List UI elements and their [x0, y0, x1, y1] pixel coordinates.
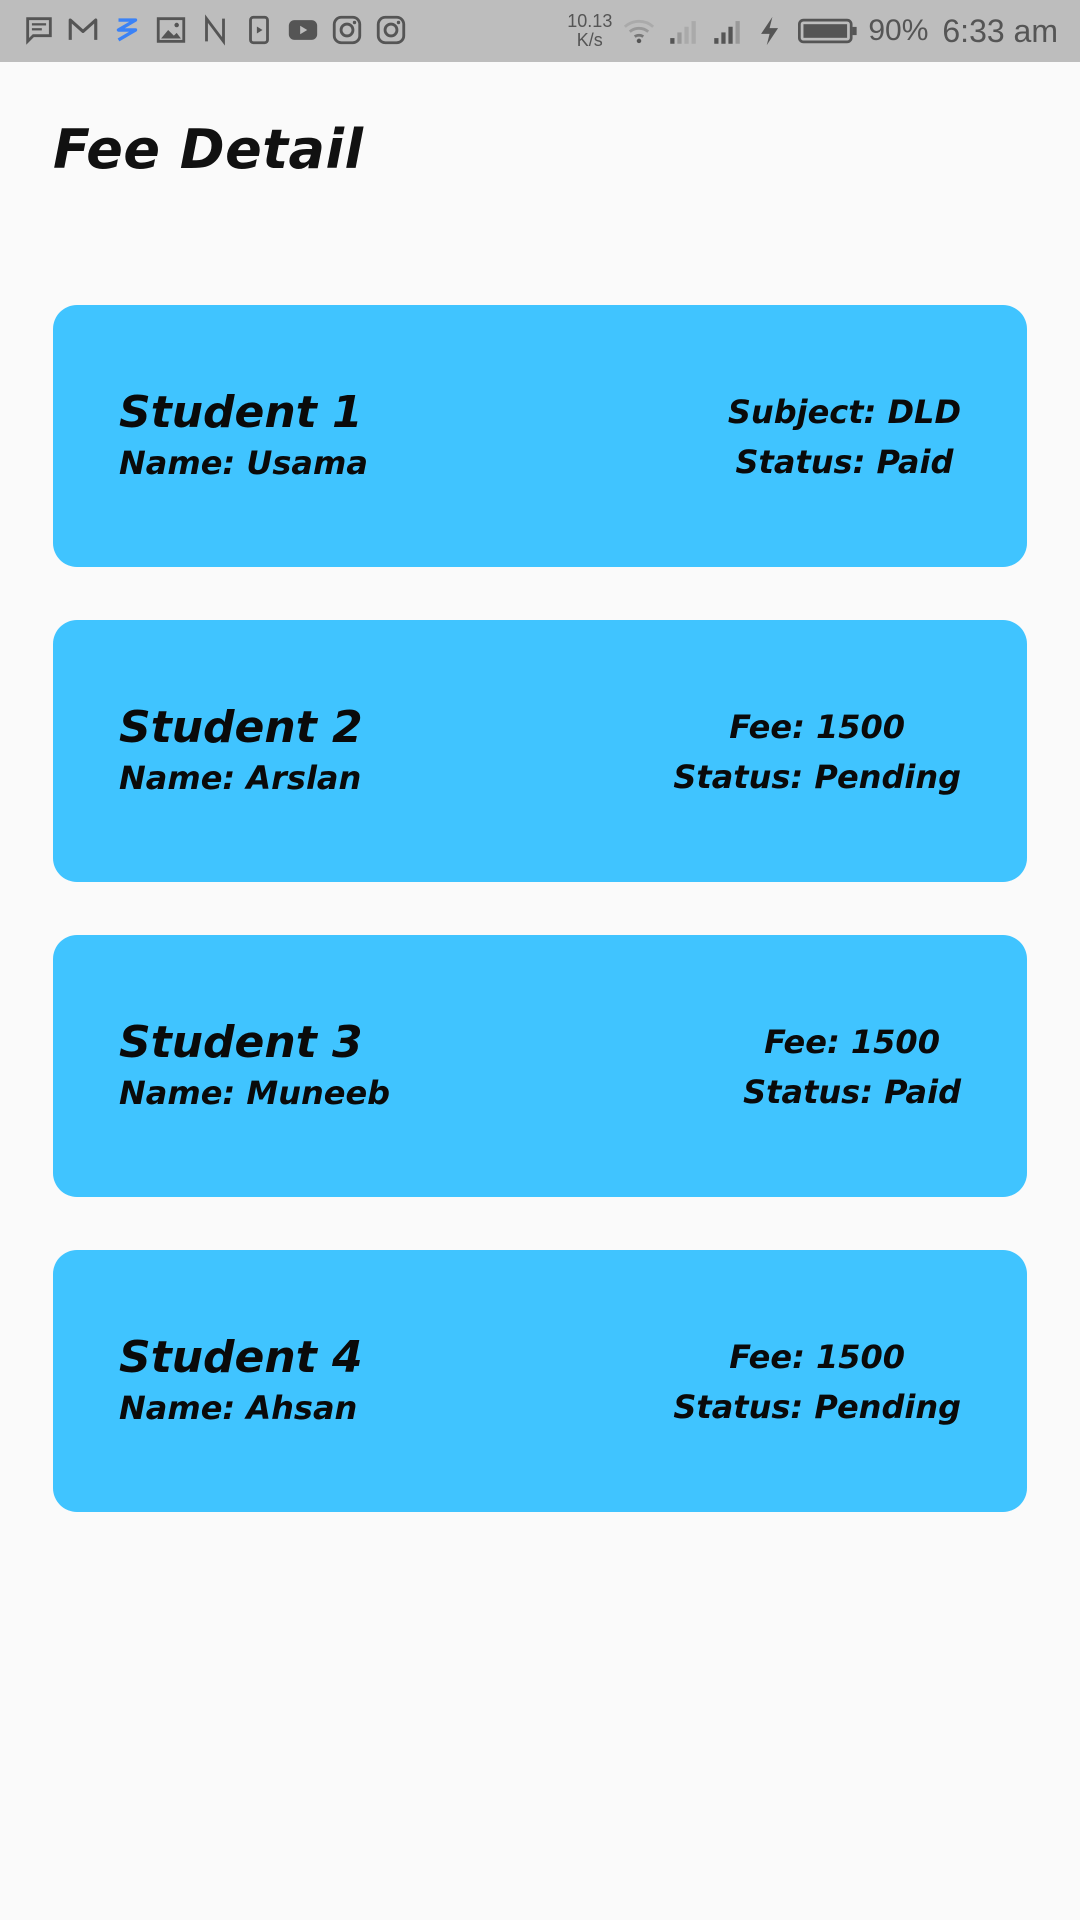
gmail-icon [66, 13, 100, 47]
fee-info: Subject: DLD Status: Paid [728, 387, 961, 487]
app-s-icon [110, 13, 144, 47]
student-title: Student 2 [119, 702, 363, 753]
fee-detail-line: Fee: 1500 [764, 1023, 940, 1061]
wifi-icon [622, 14, 656, 48]
clock: 6:33 am [942, 12, 1058, 49]
fee-info: Fee: 1500 Status: Pending [673, 702, 961, 802]
youtube-icon [286, 13, 320, 47]
battery-icon [798, 14, 858, 48]
system-status: 10.13 K/s 90% 6:33 am [567, 6, 1058, 56]
student-title: Student 4 [119, 1332, 363, 1383]
student-name: Name: Arslan [119, 759, 362, 797]
student-info: Student 2 Name: Arslan [119, 700, 363, 800]
student-name: Name: Usama [119, 444, 368, 482]
fee-info: Fee: 1500 Status: Pending [673, 1332, 961, 1432]
student-name: Name: Ahsan [119, 1389, 358, 1427]
network-speed-value: 10.13 [567, 11, 613, 31]
fee-detail-line: Fee: 1500 [729, 1338, 906, 1376]
student-info: Student 1 Name: Usama [119, 385, 368, 485]
student-card[interactable]: Student 2 Name: Arslan Fee: 1500 Status:… [53, 620, 1027, 882]
fee-info: Fee: 1500 Status: Paid [743, 1017, 961, 1117]
student-card[interactable]: Student 3 Name: Muneeb Fee: 1500 Status:… [53, 935, 1027, 1197]
status-bar: 10.13 K/s 90% 6:33 am [0, 0, 1080, 62]
message-icon [22, 13, 56, 47]
fee-status: Status: Pending [673, 758, 961, 796]
fee-status: Status: Paid [743, 1073, 961, 1111]
instagram-icon [330, 13, 364, 47]
fee-detail-line: Fee: 1500 [729, 708, 906, 746]
fee-detail-line: Subject: DLD [727, 393, 961, 431]
student-title: Student 1 [119, 387, 363, 438]
page-title: Fee Detail [53, 118, 364, 181]
notification-icons [22, 13, 408, 47]
battery-percent: 90% [868, 14, 929, 47]
signal-icon [710, 14, 744, 48]
student-name: Name: Muneeb [119, 1074, 391, 1112]
n-app-icon [198, 13, 232, 47]
media-icon [242, 13, 276, 47]
fee-status: Status: Pending [673, 1388, 961, 1426]
fee-status: Status: Paid [735, 443, 954, 481]
instagram-icon [374, 13, 408, 47]
network-speed-unit: K/s [576, 30, 603, 50]
student-title: Student 3 [119, 1017, 363, 1068]
charging-icon [754, 14, 788, 48]
student-card[interactable]: Student 1 Name: Usama Subject: DLD Statu… [53, 305, 1027, 567]
signal-weak-icon [666, 14, 700, 48]
network-speed: 10.13 K/s [567, 12, 612, 50]
gallery-icon [154, 13, 188, 47]
student-info: Student 3 Name: Muneeb [119, 1015, 390, 1115]
student-info: Student 4 Name: Ahsan [119, 1330, 363, 1430]
student-card[interactable]: Student 4 Name: Ahsan Fee: 1500 Status: … [53, 1250, 1027, 1512]
